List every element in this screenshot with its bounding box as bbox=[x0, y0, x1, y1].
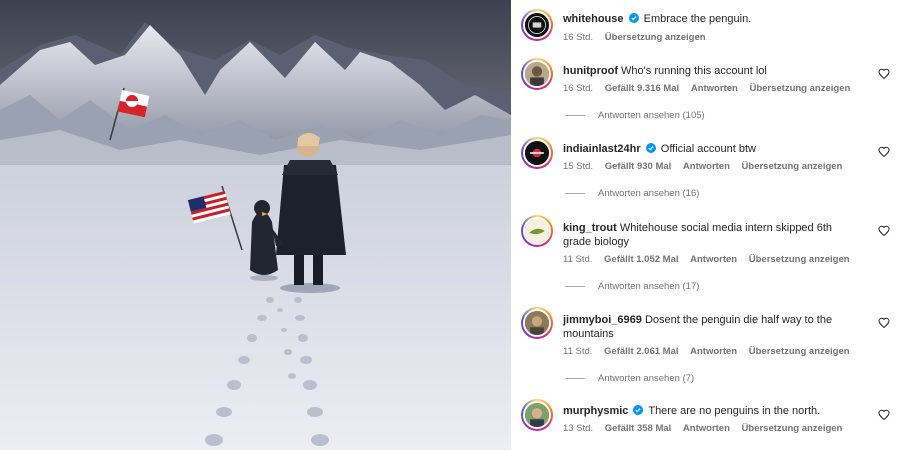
replies-divider bbox=[565, 378, 585, 379]
heart-outline-icon[interactable] bbox=[878, 317, 890, 329]
likes-count[interactable]: Gefällt 1.052 Mal bbox=[604, 254, 678, 265]
translate-link[interactable]: Übersetzung anzeigen bbox=[742, 423, 843, 434]
view-replies-button[interactable]: Antworten ansehen (17) bbox=[565, 281, 699, 292]
post-photo-illustration bbox=[0, 0, 511, 450]
avatar-image bbox=[523, 401, 551, 429]
whitehouse-seal-avatar bbox=[523, 11, 551, 39]
post-image[interactable] bbox=[0, 0, 511, 450]
timestamp[interactable]: 15 Std. bbox=[563, 161, 593, 172]
username[interactable]: king_trout bbox=[563, 222, 617, 234]
timestamp[interactable]: 13 Std. bbox=[563, 423, 593, 434]
username[interactable]: indiainlast24hr bbox=[563, 143, 641, 155]
comment-text: Official account btw bbox=[660, 143, 756, 155]
avatar-image bbox=[523, 60, 551, 88]
translate-link[interactable]: Übersetzung anzeigen bbox=[749, 83, 850, 94]
view-replies-button[interactable]: Antworten ansehen (7) bbox=[565, 373, 694, 384]
view-replies-label: Antworten ansehen (16) bbox=[598, 188, 700, 199]
comment-meta: 11 Std. Gefällt 2.061 Mal Antworten Über… bbox=[563, 346, 859, 357]
translate-link[interactable]: Übersetzung anzeigen bbox=[742, 161, 843, 172]
avatar[interactable] bbox=[521, 137, 553, 169]
translate-link[interactable]: Übersetzung anzeigen bbox=[605, 32, 706, 43]
avatar-image bbox=[523, 139, 551, 167]
view-replies-label: Antworten ansehen (105) bbox=[598, 110, 705, 121]
comments-panel: whitehouse Embrace the penguin. 16 Std. … bbox=[511, 0, 900, 450]
verified-badge-icon bbox=[628, 13, 639, 23]
reply-button[interactable]: Antworten bbox=[683, 161, 730, 172]
heart-outline-icon[interactable] bbox=[878, 68, 890, 80]
timestamp[interactable]: 16 Std. bbox=[563, 83, 593, 94]
likes-count[interactable]: Gefällt 930 Mal bbox=[605, 161, 672, 172]
timestamp[interactable]: 11 Std. bbox=[563, 254, 592, 265]
avatar[interactable] bbox=[521, 215, 553, 247]
avatar[interactable] bbox=[521, 9, 553, 41]
username[interactable]: whitehouse bbox=[563, 13, 624, 25]
likes-count[interactable]: Gefällt 2.061 Mal bbox=[604, 346, 678, 357]
comment-meta: 11 Std. Gefällt 1.052 Mal Antworten Über… bbox=[563, 254, 859, 265]
avatar[interactable] bbox=[521, 307, 553, 339]
avatar[interactable] bbox=[521, 58, 553, 90]
likes-count[interactable]: Gefällt 9.316 Mal bbox=[605, 83, 679, 94]
username[interactable]: jimmyboi_6969 bbox=[563, 314, 642, 326]
view-replies-button[interactable]: Antworten ansehen (105) bbox=[565, 110, 705, 121]
verified-badge-icon bbox=[645, 143, 656, 153]
caption-meta: 16 Std. Übersetzung anzeigen bbox=[563, 32, 715, 43]
likes-count[interactable]: Gefällt 358 Mal bbox=[605, 423, 672, 434]
verified-badge-icon bbox=[633, 405, 644, 415]
comment-meta: 16 Std. Gefällt 9.316 Mal Antworten Über… bbox=[563, 83, 859, 94]
view-replies-label: Antworten ansehen (17) bbox=[598, 281, 700, 292]
translate-link[interactable]: Übersetzung anzeigen bbox=[749, 346, 850, 357]
comment-meta: 15 Std. Gefällt 930 Mal Antworten Überse… bbox=[563, 161, 851, 172]
replies-divider bbox=[565, 115, 585, 116]
heart-outline-icon[interactable] bbox=[878, 146, 890, 158]
avatar-image bbox=[523, 217, 551, 245]
username[interactable]: murphysmic bbox=[563, 405, 628, 417]
reply-button[interactable]: Antworten bbox=[690, 346, 737, 357]
view-replies-button[interactable]: Antworten ansehen (16) bbox=[565, 188, 699, 199]
heart-outline-icon[interactable] bbox=[878, 409, 890, 421]
reply-button[interactable]: Antworten bbox=[683, 423, 730, 434]
reply-button[interactable]: Antworten bbox=[690, 254, 737, 265]
view-replies-label: Antworten ansehen (7) bbox=[598, 373, 695, 384]
timestamp[interactable]: 16 Std. bbox=[563, 32, 593, 43]
translate-link[interactable]: Übersetzung anzeigen bbox=[749, 254, 850, 265]
caption-text: Embrace the penguin. bbox=[643, 13, 752, 25]
username[interactable]: hunitproof bbox=[563, 65, 618, 77]
avatar-image bbox=[523, 309, 551, 337]
comment-text: There are no penguins in the north. bbox=[648, 405, 821, 417]
comment-text: Who's running this account lol bbox=[621, 65, 767, 77]
avatar[interactable] bbox=[521, 399, 553, 431]
replies-divider bbox=[565, 193, 585, 194]
reply-button[interactable]: Antworten bbox=[691, 83, 738, 94]
comment-meta: 13 Std. Gefällt 358 Mal Antworten Überse… bbox=[563, 423, 851, 434]
heart-outline-icon[interactable] bbox=[878, 225, 890, 237]
replies-divider bbox=[565, 286, 585, 287]
timestamp[interactable]: 11 Std. bbox=[563, 346, 592, 357]
